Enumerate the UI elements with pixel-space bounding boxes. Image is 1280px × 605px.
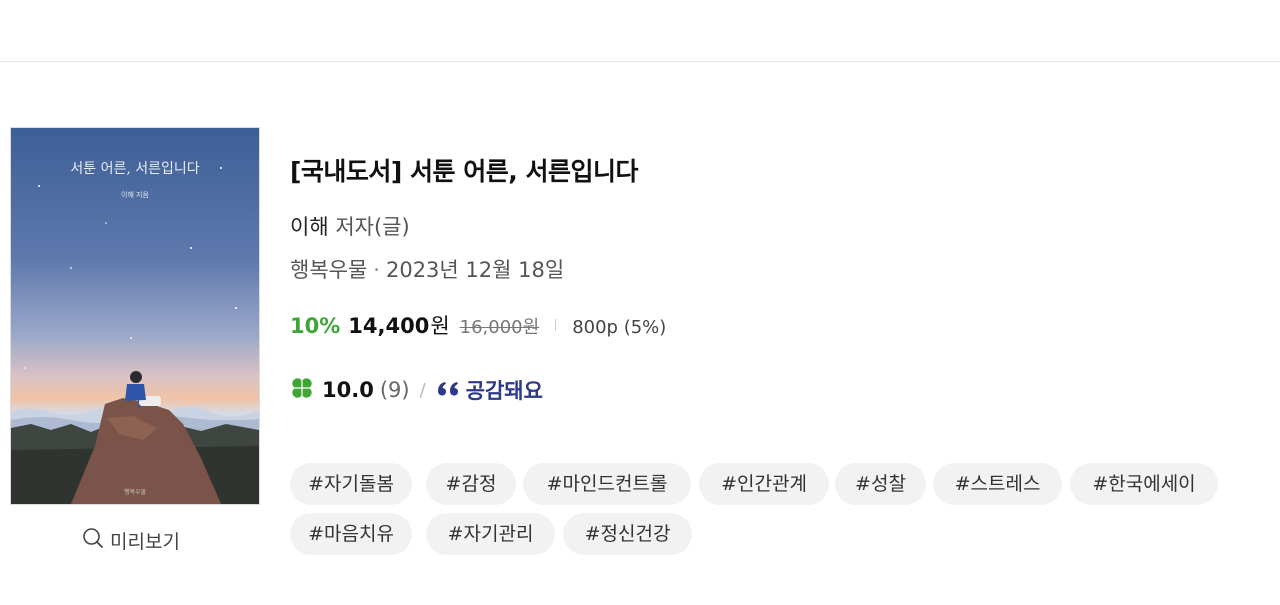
author-name[interactable]: 이해: [290, 215, 329, 239]
rating-score: 10.0: [322, 378, 374, 402]
book-cover[interactable]: 서툰 어른, 서른입니다 이해 지음 행복우물: [10, 127, 260, 505]
discount-rate: 10%: [290, 314, 341, 338]
tag-chip[interactable]: #성찰: [835, 463, 926, 505]
publisher-line: 행복우물 · 2023년 12월 18일: [290, 254, 564, 284]
sale-price: 14,400: [348, 314, 430, 338]
rating-slash: /: [419, 379, 426, 401]
author-line: 이해 저자(글): [290, 211, 410, 241]
cover-author: 이해 지음: [121, 190, 150, 199]
cover-title: 서툰 어른, 서른입니다: [70, 161, 199, 177]
tag-chip[interactable]: #감정: [426, 463, 516, 505]
publisher-name[interactable]: 행복우물: [290, 258, 367, 282]
cover-publisher: 행복우물: [124, 488, 147, 496]
separator: ·: [373, 258, 380, 282]
price-row: 10% 14,400 원 16,000원 800p (5%): [290, 310, 666, 340]
preview-label: 미리보기: [110, 530, 180, 553]
tag-chip[interactable]: #인간관계: [699, 463, 829, 505]
tag-chip[interactable]: #자기돌봄: [290, 463, 412, 505]
review-count[interactable]: (9): [380, 378, 410, 402]
price-unit: 원: [430, 314, 450, 338]
pub-date: 2023년 12월 18일: [385, 258, 565, 282]
tag-chip[interactable]: #마인드컨트롤: [523, 463, 691, 505]
tag-chip[interactable]: #스트레스: [933, 463, 1062, 505]
quote-icon: [436, 379, 460, 401]
tag-chip[interactable]: #한국에세이: [1070, 463, 1218, 505]
preview-button[interactable]: 미리보기: [82, 525, 180, 555]
clover-icon: [290, 376, 314, 404]
tag-chip[interactable]: #마음치유: [290, 513, 412, 555]
author-role: 저자(글): [335, 215, 410, 239]
empathy-button[interactable]: 공감돼요: [436, 375, 543, 405]
cover-illustration: 서툰 어른, 서른입니다 이해 지음 행복우물: [11, 128, 259, 504]
top-bar: [0, 0, 1280, 62]
rating-row: 10.0 (9) / 공감돼요: [290, 375, 543, 405]
empathy-label: 공감돼요: [465, 379, 543, 403]
tag-chip[interactable]: #정신건강: [563, 513, 692, 555]
original-price: 16,000원: [459, 317, 540, 338]
divider: [555, 319, 557, 331]
tag-chip[interactable]: #자기관리: [426, 513, 555, 555]
book-title[interactable]: [국내도서] 서툰 어른, 서른입니다: [290, 152, 638, 188]
magnifier-icon: [82, 527, 104, 553]
reward-points: 800p (5%): [572, 317, 667, 338]
